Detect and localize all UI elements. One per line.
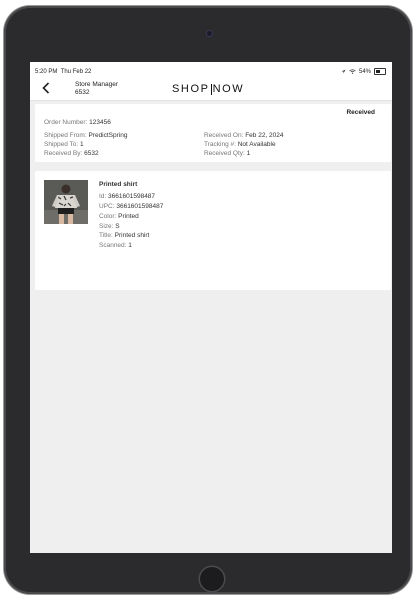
battery-icon xyxy=(374,68,386,75)
app-screen: 5:20 PM Thu Feb 22 54% Store Manager 653… xyxy=(30,62,392,553)
home-button[interactable] xyxy=(200,567,224,591)
status-time: 5:20 PM Thu Feb 22 xyxy=(35,69,92,75)
shipped-from: Shipped From: PredictSpring xyxy=(44,132,128,139)
brand-logo: SHOP NOW xyxy=(172,83,245,95)
status-bar: 5:20 PM Thu Feb 22 54% xyxy=(30,62,392,81)
store-number: 6532 xyxy=(75,89,90,96)
tablet-frame: 5:20 PM Thu Feb 22 54% Store Manager 653… xyxy=(4,6,412,594)
tracking-number: Tracking #: Not Available xyxy=(204,141,276,148)
item-title: Title: Printed shirt xyxy=(99,232,150,239)
product-image[interactable] xyxy=(44,180,88,224)
item-card: Printed shirt Id: 3661601598487 UPC: 366… xyxy=(35,171,391,290)
nav-bar: Store Manager 6532 SHOP NOW xyxy=(30,81,392,101)
back-button[interactable] xyxy=(42,82,54,96)
item-scanned: Scanned: 1 xyxy=(99,242,132,249)
camera-icon xyxy=(206,30,213,37)
item-upc: UPC: 3661601598487 xyxy=(99,203,164,210)
received-on: Received On: Feb 22, 2024 xyxy=(204,132,284,139)
product-name: Printed shirt xyxy=(99,181,138,188)
order-summary-card: Received Order Number: 123456 Shipped Fr… xyxy=(35,104,391,162)
store-label: Store Manager xyxy=(75,81,118,88)
location-icon xyxy=(341,69,346,74)
received-qty: Received Qty: 1 xyxy=(204,150,251,157)
product-photo xyxy=(44,180,88,224)
received-by: Received By: 6532 xyxy=(44,150,99,157)
battery-fill xyxy=(376,70,381,73)
status-indicators: 54% xyxy=(341,68,386,75)
status-badge: Received xyxy=(346,109,375,116)
order-number: Order Number: 123456 xyxy=(44,119,111,126)
battery-percent: 54% xyxy=(358,68,371,75)
chevron-left-icon xyxy=(42,82,50,94)
item-size: Size: S xyxy=(99,223,120,230)
item-id: Id: 3661601598487 xyxy=(99,193,156,200)
item-color: Color: Printed xyxy=(99,213,139,220)
store-info[interactable]: Store Manager 6532 xyxy=(75,81,118,97)
shipped-to: Shipped To: 1 xyxy=(44,141,84,148)
wifi-icon xyxy=(349,69,356,74)
